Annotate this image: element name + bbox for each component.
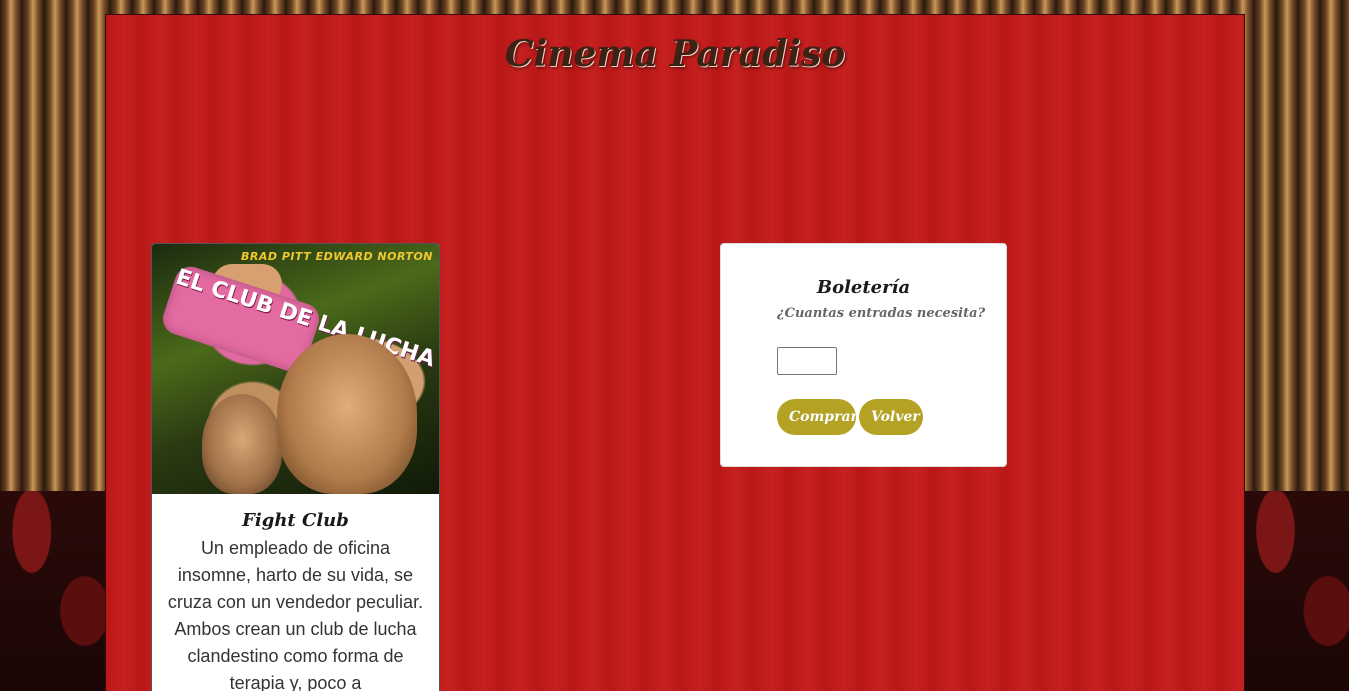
ticket-question: ¿Cuantas entradas necesita?: [777, 306, 986, 321]
movie-description: Un empleado de oficina insomne, harto de…: [167, 538, 424, 691]
movie-card: EL CLUB DE LA LUCHA BRAD PITT EDWARD NOR…: [151, 243, 440, 691]
poster-face-secondary: [202, 394, 282, 494]
main-container: Cinema Paradiso EL CLUB DE LA LUCHA BRAD…: [105, 14, 1245, 691]
theater-seats-left: [0, 491, 106, 691]
poster-credits: BRAD PITT EDWARD NORTON: [241, 250, 433, 263]
movie-title: Fight Club: [242, 510, 349, 531]
ticket-quantity-input[interactable]: [777, 347, 837, 375]
movie-poster: EL CLUB DE LA LUCHA BRAD PITT EDWARD NOR…: [152, 244, 439, 494]
back-button[interactable]: Volver: [859, 399, 923, 435]
buy-button[interactable]: Comprar: [777, 399, 858, 435]
ticket-panel: Boletería ¿Cuantas entradas necesita? Co…: [720, 243, 1007, 467]
poster-face-main: [277, 334, 417, 494]
ticket-title: Boletería: [816, 277, 911, 298]
site-title: Cinema Paradiso: [504, 33, 846, 75]
theater-seats-right: [1244, 491, 1349, 691]
